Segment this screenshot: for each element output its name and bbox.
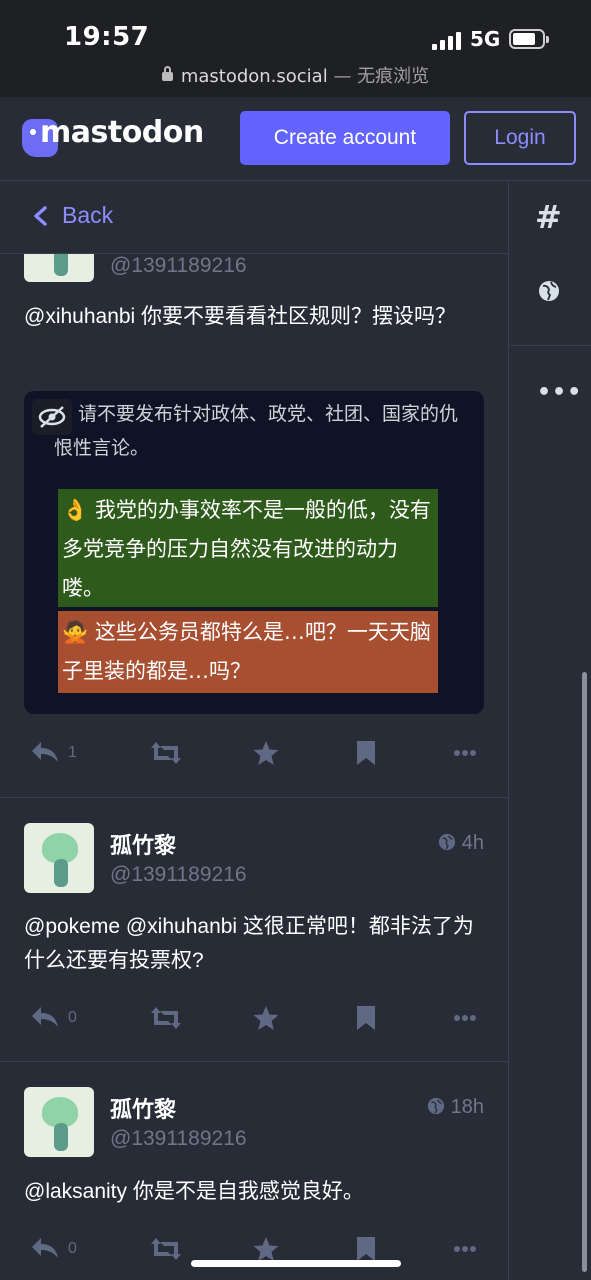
- reply-count: 0: [68, 1240, 77, 1257]
- account-handle[interactable]: @1391189216: [110, 254, 247, 278]
- good-example-text: 👌 我党的办事效率不是一般的低，没有多党竞争的压力自然没有改进的动力喽。: [62, 498, 431, 600]
- reply-all-icon: [32, 742, 58, 762]
- login-button[interactable]: Login: [464, 111, 576, 165]
- right-sidebar: # •••: [508, 182, 591, 1280]
- globe-icon: [427, 1097, 444, 1115]
- avatar[interactable]: [24, 1087, 94, 1157]
- back-button[interactable]: Back: [62, 202, 113, 229]
- star-icon: [253, 1006, 279, 1030]
- more-menu-icon[interactable]: •••: [537, 380, 582, 405]
- status-action-bar: 1: [0, 734, 508, 774]
- ios-status-bar: 19:57 5G mastodon.social — 无痕浏览: [0, 0, 591, 97]
- hashtag-icon[interactable]: #: [535, 198, 562, 236]
- private-mode-label: — 无痕浏览: [327, 66, 430, 87]
- more-icon: [454, 1015, 476, 1021]
- media-attachment[interactable]: 请不要发布针对政体、政党、社团、国家的仇恨性言论。 👌 我党的办事效率不是一般的…: [24, 391, 484, 714]
- bookmark-icon: [357, 1006, 375, 1030]
- star-icon: [253, 741, 279, 765]
- star-icon: [253, 1237, 279, 1261]
- signal-icon: [432, 32, 464, 50]
- network-type: 5G: [470, 27, 501, 51]
- lock-icon: [161, 66, 173, 81]
- boost-icon: [151, 1238, 181, 1260]
- status-content: @xihuhanbi 你要不要看看社区规则？摆设吗？: [24, 305, 457, 328]
- boost-icon: [151, 742, 181, 764]
- clock: 19:57: [64, 22, 150, 52]
- scrollbar[interactable]: [582, 672, 587, 1272]
- thread-column: Back @1391189216 @xihuhanbi 你要不要看看社区规则？摆…: [0, 182, 508, 1280]
- site-header: mastodon Create account Login: [0, 97, 591, 181]
- home-indicator[interactable]: [191, 1260, 401, 1267]
- account-handle[interactable]: @1391189216: [110, 1127, 247, 1151]
- reply-count: 0: [68, 1009, 77, 1026]
- status-post[interactable]: 孤竹黎 @1391189216 18h @laksanity 你是不是自我感觉良…: [0, 1062, 508, 1280]
- mastodon-logo[interactable]: mastodon: [22, 115, 204, 159]
- rule-text: 请不要发布针对政体、政党、社团、国家的仇恨性言论。: [54, 403, 459, 459]
- back-bar[interactable]: Back: [0, 182, 508, 254]
- bookmark-icon: [357, 741, 375, 765]
- account-handle[interactable]: @1391189216: [110, 863, 247, 887]
- status-post[interactable]: @1391189216 @xihuhanbi 你要不要看看社区规则？摆设吗？ 请…: [0, 182, 508, 798]
- status-content: @laksanity 你是不是自我感觉良好。: [24, 1180, 364, 1203]
- display-name[interactable]: 孤竹黎: [110, 1092, 176, 1124]
- logo-wordmark: mastodon: [40, 115, 204, 150]
- reply-all-icon: [32, 1007, 58, 1027]
- post-timestamp[interactable]: 18h: [427, 1096, 484, 1119]
- avatar[interactable]: [24, 823, 94, 893]
- time-label: 4h: [461, 832, 484, 854]
- boost-icon: [151, 1007, 181, 1029]
- bad-example-box: 🙅 这些公务员都特么是…吧？一天天脑子里装的都是…吗？: [58, 611, 438, 693]
- create-account-button[interactable]: Create account: [240, 111, 450, 165]
- status-action-bar: 0: [0, 999, 508, 1039]
- globe-icon[interactable]: [538, 280, 560, 302]
- good-example-box: 👌 我党的办事效率不是一般的低，没有多党竞争的压力自然没有改进的动力喽。: [58, 489, 438, 607]
- globe-icon: [438, 833, 455, 851]
- url-bar[interactable]: mastodon.social — 无痕浏览: [0, 62, 591, 88]
- url-text: mastodon.social: [180, 66, 328, 87]
- more-icon: [454, 1246, 476, 1252]
- bad-example-text: 🙅 这些公务员都特么是…吧？一天天脑子里装的都是…吗？: [62, 620, 431, 683]
- post-timestamp[interactable]: 4h: [438, 832, 484, 855]
- status-post[interactable]: 孤竹黎 @1391189216 4h @pokeme @xihuhanbi 这很…: [0, 798, 508, 1062]
- status-content: @pokeme @xihuhanbi 这很正常吧！都非法了为什么还要有投票权?: [24, 915, 474, 972]
- battery-icon: [509, 29, 549, 49]
- time-label: 18h: [450, 1096, 484, 1118]
- bookmark-icon: [357, 1237, 375, 1261]
- chevron-left-icon: [34, 206, 47, 226]
- display-name[interactable]: 孤竹黎: [110, 828, 176, 860]
- reply-count: 1: [68, 744, 77, 761]
- more-icon: [454, 750, 476, 756]
- sidebar-divider: [509, 345, 591, 346]
- reply-all-icon: [32, 1238, 58, 1258]
